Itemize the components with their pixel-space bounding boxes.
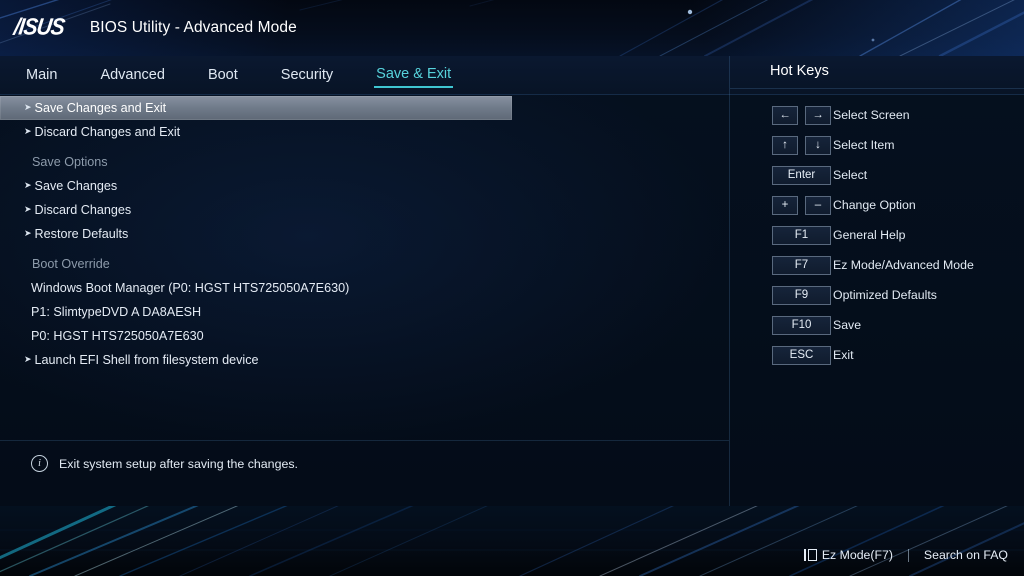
- hotkey-keys: + –: [730, 195, 833, 215]
- menu-item-label: Discard Changes: [34, 203, 132, 217]
- hotkey-keys: ESC: [730, 345, 833, 365]
- menu-item-p0-hgst-hts725050a7e630[interactable]: P0: HGST HTS725050A7E630: [0, 324, 500, 348]
- menu-item-windows-boot-manager-p0-hgst-hts725050a7[interactable]: Windows Boot Manager (P0: HGST HTS725050…: [0, 276, 500, 300]
- menu-item-label: Restore Defaults: [34, 227, 129, 241]
- menu-item-label: Save Changes and Exit: [34, 101, 167, 115]
- menu-item-label: Boot Override: [32, 257, 110, 271]
- ez-mode-button[interactable]: Ez Mode(F7): [803, 548, 893, 562]
- footer-bar: Ez Mode(F7) Search on FAQ: [803, 548, 1008, 562]
- menu-section-save-options: Save Options: [0, 150, 500, 174]
- search-faq-button[interactable]: Search on FAQ: [924, 548, 1008, 562]
- hotkey-row: ESC Exit: [730, 340, 1024, 370]
- menu-item-launch-efi-shell-from-filesystem-device[interactable]: ➤ Launch EFI Shell from filesystem device: [0, 348, 500, 372]
- key-button[interactable]: –: [805, 195, 831, 215]
- key-button[interactable]: →: [805, 105, 831, 125]
- chevron-right-icon: ➤: [24, 126, 32, 136]
- menu-item-label: P0: HGST HTS725050A7E630: [31, 329, 204, 343]
- help-divider: [0, 440, 729, 441]
- key-button[interactable]: F1: [772, 225, 831, 245]
- key-button[interactable]: F7: [772, 255, 831, 275]
- hotkey-keys: Enter: [730, 165, 833, 185]
- menu-item-discard-changes[interactable]: ➤ Discard Changes: [0, 198, 500, 222]
- ez-mode-label: Ez Mode(F7): [821, 548, 893, 562]
- chevron-right-icon: ➤: [24, 180, 32, 190]
- hotkeys-list: ← → Select Screen ↑ ↓ Select Item Enter Select +…: [730, 100, 1024, 370]
- key-button[interactable]: ESC: [772, 345, 831, 365]
- chevron-right-icon: ➤: [24, 228, 32, 238]
- chevron-right-icon: ➤: [24, 204, 32, 214]
- menu-item-save-changes[interactable]: ➤ Save Changes: [0, 174, 500, 198]
- hotkey-label: General Help: [833, 228, 906, 242]
- key-button[interactable]: ↑: [772, 135, 798, 155]
- hotkey-row: F1 General Help: [730, 220, 1024, 250]
- chevron-right-icon: ➤: [24, 354, 32, 364]
- hotkey-keys: ↑ ↓: [730, 135, 833, 155]
- hotkey-keys: F9: [730, 285, 833, 305]
- search-faq-label: Search on FAQ: [923, 548, 1008, 562]
- key-button[interactable]: ↓: [805, 135, 831, 155]
- hotkey-row: Enter Select: [730, 160, 1024, 190]
- menu-item-label: Save Options: [32, 155, 108, 169]
- tab-advanced[interactable]: Advanced: [98, 64, 167, 87]
- hotkey-label: Optimized Defaults: [833, 288, 937, 302]
- menu-section-boot-override: Boot Override: [0, 252, 500, 276]
- hotkey-label: Save: [833, 318, 862, 332]
- title-bar: /ISUS BIOS Utility - Advanced Mode: [0, 0, 1024, 56]
- menu-item-p1-slimtypedvd-a-da8aesh[interactable]: P1: SlimtypeDVD A DA8AESH: [0, 300, 500, 324]
- hotkey-keys: F1: [730, 225, 833, 245]
- hotkey-row: + – Change Option: [730, 190, 1024, 220]
- footer-separator: [907, 548, 909, 562]
- key-button[interactable]: F9: [772, 285, 831, 305]
- info-icon: i: [31, 455, 48, 472]
- hotkey-row: F7 Ez Mode/Advanced Mode: [730, 250, 1024, 280]
- hotkey-row: F10 Save: [730, 310, 1024, 340]
- hotkey-keys: F7: [730, 255, 833, 275]
- help-message: i Exit system setup after saving the cha…: [31, 455, 691, 472]
- hotkey-row: ↑ ↓ Select Item: [730, 130, 1024, 160]
- hotkey-row: F9 Optimized Defaults: [730, 280, 1024, 310]
- hotkey-label: Select Screen: [833, 108, 910, 122]
- help-text: Exit system setup after saving the chang…: [59, 456, 298, 471]
- tab-boot[interactable]: Boot: [206, 64, 240, 87]
- tab-main[interactable]: Main: [24, 64, 59, 87]
- chevron-right-icon: ➤: [24, 102, 32, 112]
- hotkey-label: Change Option: [833, 198, 916, 212]
- key-button[interactable]: +: [772, 195, 798, 215]
- hotkey-keys: ← →: [730, 105, 833, 125]
- footer-background: [0, 506, 1024, 576]
- hotkeys-title: Hot Keys: [770, 63, 829, 79]
- menu-item-discard-changes-and-exit[interactable]: ➤ Discard Changes and Exit: [0, 120, 500, 144]
- menu-item-label: Windows Boot Manager (P0: HGST HTS725050…: [31, 281, 350, 295]
- hotkey-keys: F10: [730, 315, 833, 335]
- asus-logo: /ISUS: [12, 14, 66, 41]
- menu-item-label: P1: SlimtypeDVD A DA8AESH: [31, 305, 202, 319]
- footer-streaks: [0, 506, 1024, 576]
- tab-security[interactable]: Security: [279, 64, 335, 87]
- menu-item-restore-defaults[interactable]: ➤ Restore Defaults: [0, 222, 500, 246]
- exit-arrow-icon: [803, 549, 817, 561]
- key-button[interactable]: Enter: [772, 165, 831, 185]
- hotkey-row: ← → Select Screen: [730, 100, 1024, 130]
- hotkey-label: Exit: [833, 348, 854, 362]
- save-exit-menu: ➤ Save Changes and Exit ➤ Discard Changes a…: [0, 96, 512, 372]
- menu-item-label: Save Changes: [34, 179, 118, 193]
- hotkey-label: Select: [833, 168, 868, 182]
- page-title: BIOS Utility - Advanced Mode: [89, 19, 297, 36]
- key-button[interactable]: F10: [772, 315, 831, 335]
- menu-item-label: Launch EFI Shell from filesystem device: [34, 353, 259, 367]
- key-button[interactable]: ←: [772, 105, 798, 125]
- hotkeys-panel: Hot Keys ← → Select Screen ↑ ↓ Select Item Ent…: [730, 56, 1024, 506]
- hotkey-label: Select Item: [833, 138, 895, 152]
- menu-item-label: Discard Changes and Exit: [34, 125, 181, 139]
- hotkeys-title-underline: [730, 88, 1024, 89]
- menu-item-save-changes-and-exit[interactable]: ➤ Save Changes and Exit: [0, 96, 512, 120]
- tab-save-exit[interactable]: Save & Exit: [374, 63, 454, 88]
- bios-screen: /ISUS BIOS Utility - Advanced Mode Main A…: [0, 0, 1024, 576]
- hotkey-label: Ez Mode/Advanced Mode: [833, 258, 974, 272]
